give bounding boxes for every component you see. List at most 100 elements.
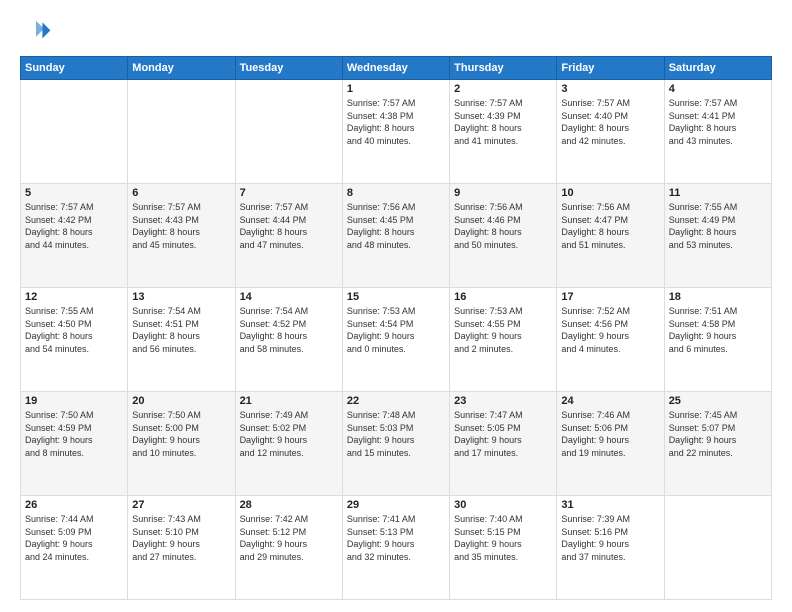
day-info: Sunrise: 7:41 AM Sunset: 5:13 PM Dayligh… xyxy=(347,513,445,563)
calendar-cell: 1 Sunrise: 7:57 AM Sunset: 4:38 PM Daylig… xyxy=(342,80,449,184)
calendar-cell: 10 Sunrise: 7:56 AM Sunset: 4:47 PM Dayli… xyxy=(557,184,664,288)
day-number: 16 xyxy=(454,291,552,303)
calendar-cell: 19Sunrise: 7:50 AM Sunset: 4:59 PM Dayli… xyxy=(21,392,128,496)
calendar-cell xyxy=(235,80,342,184)
weekday-row: SundayMondayTuesdayWednesdayThursdayFrid… xyxy=(21,57,772,80)
calendar-cell: 21Sunrise: 7:49 AM Sunset: 5:02 PM Dayli… xyxy=(235,392,342,496)
calendar-cell: 27 Sunrise: 7:43 AM Sunset: 5:10 PM Dayli… xyxy=(128,496,235,600)
day-number: 9 xyxy=(454,187,552,199)
day-number: 25 xyxy=(669,395,767,407)
calendar-cell: 12Sunrise: 7:55 AM Sunset: 4:50 PM Dayli… xyxy=(21,288,128,392)
day-info: Sunrise: 7:51 AM Sunset: 4:58 PM Dayligh… xyxy=(669,305,767,355)
day-number: 7 xyxy=(240,187,338,199)
day-number: 8 xyxy=(347,187,445,199)
calendar-cell: 13 Sunrise: 7:54 AM Sunset: 4:51 PM Dayli… xyxy=(128,288,235,392)
calendar-cell: 14 Sunrise: 7:54 AM Sunset: 4:52 PM Dayli… xyxy=(235,288,342,392)
day-info: Sunrise: 7:55 AM Sunset: 4:49 PM Dayligh… xyxy=(669,201,767,251)
calendar-cell: 5 Sunrise: 7:57 AM Sunset: 4:42 PM Daylig… xyxy=(21,184,128,288)
day-info: Sunrise: 7:44 AM Sunset: 5:09 PM Dayligh… xyxy=(25,513,123,563)
weekday-header-monday: Monday xyxy=(128,57,235,80)
calendar-cell: 28 Sunrise: 7:42 AM Sunset: 5:12 PM Dayli… xyxy=(235,496,342,600)
day-info: Sunrise: 7:57 AM Sunset: 4:42 PM Dayligh… xyxy=(25,201,123,251)
day-number: 19 xyxy=(25,395,123,407)
day-info: Sunrise: 7:39 AM Sunset: 5:16 PM Dayligh… xyxy=(561,513,659,563)
day-info: Sunrise: 7:54 AM Sunset: 4:52 PM Dayligh… xyxy=(240,305,338,355)
day-number: 26 xyxy=(25,499,123,511)
day-number: 2 xyxy=(454,83,552,95)
day-info: Sunrise: 7:40 AM Sunset: 5:15 PM Dayligh… xyxy=(454,513,552,563)
weekday-header-sunday: Sunday xyxy=(21,57,128,80)
weekday-header-tuesday: Tuesday xyxy=(235,57,342,80)
calendar-cell: 26 Sunrise: 7:44 AM Sunset: 5:09 PM Dayli… xyxy=(21,496,128,600)
calendar-week-3: 19Sunrise: 7:50 AM Sunset: 4:59 PM Dayli… xyxy=(21,392,772,496)
calendar-table: SundayMondayTuesdayWednesdayThursdayFrid… xyxy=(20,56,772,600)
day-number: 28 xyxy=(240,499,338,511)
day-info: Sunrise: 7:56 AM Sunset: 4:46 PM Dayligh… xyxy=(454,201,552,251)
page: SundayMondayTuesdayWednesdayThursdayFrid… xyxy=(0,0,792,612)
header xyxy=(20,16,772,48)
day-info: Sunrise: 7:48 AM Sunset: 5:03 PM Dayligh… xyxy=(347,409,445,459)
day-number: 23 xyxy=(454,395,552,407)
day-info: Sunrise: 7:45 AM Sunset: 5:07 PM Dayligh… xyxy=(669,409,767,459)
day-info: Sunrise: 7:46 AM Sunset: 5:06 PM Dayligh… xyxy=(561,409,659,459)
calendar-cell: 2 Sunrise: 7:57 AM Sunset: 4:39 PM Daylig… xyxy=(450,80,557,184)
calendar-cell: 24Sunrise: 7:46 AM Sunset: 5:06 PM Dayli… xyxy=(557,392,664,496)
day-number: 31 xyxy=(561,499,659,511)
calendar-cell: 11 Sunrise: 7:55 AM Sunset: 4:49 PM Dayli… xyxy=(664,184,771,288)
day-info: Sunrise: 7:55 AM Sunset: 4:50 PM Dayligh… xyxy=(25,305,123,355)
calendar-cell: 31 Sunrise: 7:39 AM Sunset: 5:16 PM Dayli… xyxy=(557,496,664,600)
day-info: Sunrise: 7:53 AM Sunset: 4:55 PM Dayligh… xyxy=(454,305,552,355)
calendar-cell: 3Sunrise: 7:57 AM Sunset: 4:40 PM Daylig… xyxy=(557,80,664,184)
day-number: 5 xyxy=(25,187,123,199)
day-info: Sunrise: 7:43 AM Sunset: 5:10 PM Dayligh… xyxy=(132,513,230,563)
day-info: Sunrise: 7:56 AM Sunset: 4:45 PM Dayligh… xyxy=(347,201,445,251)
day-info: Sunrise: 7:52 AM Sunset: 4:56 PM Dayligh… xyxy=(561,305,659,355)
calendar-cell xyxy=(664,496,771,600)
calendar-cell: 29 Sunrise: 7:41 AM Sunset: 5:13 PM Dayli… xyxy=(342,496,449,600)
day-number: 30 xyxy=(454,499,552,511)
logo xyxy=(20,16,56,48)
calendar-cell: 17Sunrise: 7:52 AM Sunset: 4:56 PM Dayli… xyxy=(557,288,664,392)
day-number: 10 xyxy=(561,187,659,199)
weekday-header-friday: Friday xyxy=(557,57,664,80)
calendar-cell: 4Sunrise: 7:57 AM Sunset: 4:41 PM Daylig… xyxy=(664,80,771,184)
calendar-cell: 15Sunrise: 7:53 AM Sunset: 4:54 PM Dayli… xyxy=(342,288,449,392)
day-number: 14 xyxy=(240,291,338,303)
calendar-cell: 25 Sunrise: 7:45 AM Sunset: 5:07 PM Dayli… xyxy=(664,392,771,496)
day-info: Sunrise: 7:54 AM Sunset: 4:51 PM Dayligh… xyxy=(132,305,230,355)
day-number: 15 xyxy=(347,291,445,303)
day-info: Sunrise: 7:56 AM Sunset: 4:47 PM Dayligh… xyxy=(561,201,659,251)
calendar-cell: 16 Sunrise: 7:53 AM Sunset: 4:55 PM Dayli… xyxy=(450,288,557,392)
day-number: 13 xyxy=(132,291,230,303)
calendar-cell: 6 Sunrise: 7:57 AM Sunset: 4:43 PM Daylig… xyxy=(128,184,235,288)
day-info: Sunrise: 7:50 AM Sunset: 5:00 PM Dayligh… xyxy=(132,409,230,459)
calendar-body: 1 Sunrise: 7:57 AM Sunset: 4:38 PM Daylig… xyxy=(21,80,772,600)
calendar-cell xyxy=(21,80,128,184)
calendar-week-0: 1 Sunrise: 7:57 AM Sunset: 4:38 PM Daylig… xyxy=(21,80,772,184)
day-info: Sunrise: 7:57 AM Sunset: 4:43 PM Dayligh… xyxy=(132,201,230,251)
calendar-cell xyxy=(128,80,235,184)
day-info: Sunrise: 7:57 AM Sunset: 4:41 PM Dayligh… xyxy=(669,97,767,147)
day-number: 3 xyxy=(561,83,659,95)
calendar-cell: 18Sunrise: 7:51 AM Sunset: 4:58 PM Dayli… xyxy=(664,288,771,392)
weekday-header-wednesday: Wednesday xyxy=(342,57,449,80)
calendar-cell: 30 Sunrise: 7:40 AM Sunset: 5:15 PM Dayli… xyxy=(450,496,557,600)
day-info: Sunrise: 7:47 AM Sunset: 5:05 PM Dayligh… xyxy=(454,409,552,459)
day-info: Sunrise: 7:42 AM Sunset: 5:12 PM Dayligh… xyxy=(240,513,338,563)
calendar-cell: 20 Sunrise: 7:50 AM Sunset: 5:00 PM Dayli… xyxy=(128,392,235,496)
weekday-header-saturday: Saturday xyxy=(664,57,771,80)
calendar-week-4: 26 Sunrise: 7:44 AM Sunset: 5:09 PM Dayli… xyxy=(21,496,772,600)
day-number: 6 xyxy=(132,187,230,199)
day-info: Sunrise: 7:57 AM Sunset: 4:38 PM Dayligh… xyxy=(347,97,445,147)
day-number: 20 xyxy=(132,395,230,407)
calendar-cell: 7Sunrise: 7:57 AM Sunset: 4:44 PM Daylig… xyxy=(235,184,342,288)
day-number: 11 xyxy=(669,187,767,199)
calendar-week-1: 5 Sunrise: 7:57 AM Sunset: 4:42 PM Daylig… xyxy=(21,184,772,288)
day-number: 27 xyxy=(132,499,230,511)
calendar-cell: 8 Sunrise: 7:56 AM Sunset: 4:45 PM Daylig… xyxy=(342,184,449,288)
day-number: 29 xyxy=(347,499,445,511)
day-info: Sunrise: 7:49 AM Sunset: 5:02 PM Dayligh… xyxy=(240,409,338,459)
day-number: 1 xyxy=(347,83,445,95)
day-info: Sunrise: 7:57 AM Sunset: 4:39 PM Dayligh… xyxy=(454,97,552,147)
weekday-header-thursday: Thursday xyxy=(450,57,557,80)
